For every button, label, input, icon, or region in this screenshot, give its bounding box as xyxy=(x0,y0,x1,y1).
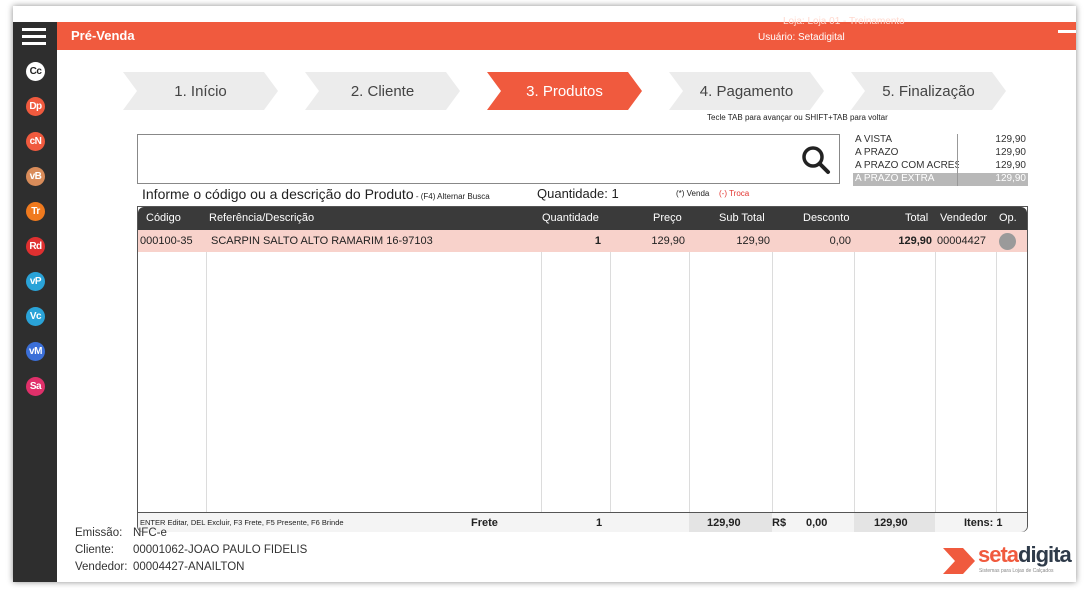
price-value: 129,90 xyxy=(995,147,1026,158)
price-value: 129,90 xyxy=(995,134,1026,145)
sidebar: Cc Dp cN vB Tr Rd vP Vc vM Sa xyxy=(13,22,57,582)
troca-legend: (-) Troca xyxy=(719,189,750,198)
step-inicio[interactable]: 1. Início xyxy=(123,72,278,110)
sidebar-button-rd[interactable]: Rd xyxy=(26,237,45,256)
product-search-input[interactable] xyxy=(137,134,840,184)
footer-desconto: 0,00 xyxy=(806,517,828,529)
shortcuts-hint: ENTER Editar, DEL Excluir, F3 Frete, F5 … xyxy=(140,518,344,527)
logo-text-a: seta xyxy=(978,542,1019,567)
col-op[interactable]: Op. xyxy=(999,212,1017,224)
col-total[interactable]: Total xyxy=(905,212,928,224)
footer-subtotal: 129,90 xyxy=(707,517,741,529)
emissao-label: Emissão: xyxy=(75,527,123,539)
step-produtos[interactable]: 3. Produtos xyxy=(487,72,642,110)
step-cliente[interactable]: 2. Cliente xyxy=(305,72,460,110)
cell-total: 129,90 xyxy=(898,235,932,247)
cell-codigo: 000100-35 xyxy=(140,235,193,247)
vendedor-value: 00004427-ANAILTON xyxy=(133,561,245,573)
footer-total: 129,90 xyxy=(874,517,908,529)
store-label: Loja: Loja 01 - Treinamento xyxy=(783,16,905,27)
sidebar-button-tr[interactable]: Tr xyxy=(26,202,45,221)
sidebar-button-sa[interactable]: Sa xyxy=(26,377,45,396)
price-row-a-prazo-acrescimo[interactable]: A PRAZO COM ACRÉSCIMO 129,90 xyxy=(853,160,1028,173)
price-row-a-prazo-extra[interactable]: A PRAZO EXTRA 129,90 xyxy=(853,173,1028,186)
cell-descricao: SCARPIN SALTO ALTO RAMARIM 16-97103 xyxy=(211,235,433,247)
price-label: A PRAZO EXTRA xyxy=(855,173,935,184)
footer-itens: Itens: 1 xyxy=(964,517,1003,529)
quantity-label: Quantidade: 1 xyxy=(537,186,619,201)
footer-quantidade: 1 xyxy=(596,517,603,529)
frete-label: Frete xyxy=(471,517,498,529)
price-label: A PRAZO COM ACRÉSCIMO xyxy=(855,160,959,171)
price-value: 129,90 xyxy=(995,173,1026,184)
sidebar-button-dp[interactable]: Dp xyxy=(26,97,45,116)
col-desconto[interactable]: Desconto xyxy=(803,212,849,224)
cliente-value: 00001062-JOAO PAULO FIDELIS xyxy=(133,544,308,556)
vendedor-label: Vendedor: xyxy=(75,561,128,573)
sidebar-button-vb[interactable]: vB xyxy=(26,167,45,186)
search-prompt-hint: - (F4) Alternar Busca xyxy=(413,192,490,201)
top-bar: Pré-Venda Loja: Loja 01 - Treinamento Us… xyxy=(13,16,1076,50)
sidebar-button-cn[interactable]: cN xyxy=(26,132,45,151)
col-vendedor[interactable]: Vendedor xyxy=(940,212,987,224)
search-prompt: Informe o código ou a descrição do Produ… xyxy=(142,186,490,202)
table-footer: ENTER Editar, DEL Excluir, F3 Frete, F5 … xyxy=(138,512,1027,532)
col-codigo[interactable]: Código xyxy=(146,212,181,224)
cell-preco: 129,90 xyxy=(651,235,685,247)
cell-quantidade: 1 xyxy=(594,235,601,247)
footer-currency: R$ xyxy=(772,517,787,529)
page-title: Pré-Venda xyxy=(71,28,135,43)
window-menu-icon[interactable] xyxy=(1058,30,1076,33)
search-icon[interactable] xyxy=(801,145,831,175)
step-hint: Tecle TAB para avançar ou SHIFT+TAB para… xyxy=(707,113,888,122)
products-table: Código Referência/Descrição Quantidade P… xyxy=(137,206,1028,532)
cliente-label: Cliente: xyxy=(75,544,114,556)
table-row[interactable]: 000100-35 SCARPIN SALTO ALTO RAMARIM 16-… xyxy=(138,230,1027,252)
search-prompt-text: Informe o código ou a descrição do Produ… xyxy=(142,186,414,202)
step-pagamento[interactable]: 4. Pagamento xyxy=(669,72,824,110)
venda-legend: (*) Venda xyxy=(676,189,710,198)
logo-text-b: digita xyxy=(1018,542,1072,567)
setadigital-logo: setadigita xyxy=(978,542,1072,568)
table-header: Código Referência/Descrição Quantidade P… xyxy=(138,207,1027,230)
sidebar-button-cc[interactable]: Cc xyxy=(26,62,45,81)
step-finalizacao[interactable]: 5. Finalização xyxy=(851,72,1006,110)
price-value: 129,90 xyxy=(995,160,1026,171)
price-label: A PRAZO xyxy=(855,147,899,158)
price-row-a-vista[interactable]: A VISTA 129,90 xyxy=(853,134,1028,147)
price-table-panel: A VISTA 129,90 A PRAZO 129,90 A PRAZO COM … xyxy=(853,134,1028,186)
sidebar-button-vp[interactable]: vP xyxy=(26,272,45,291)
col-subtotal[interactable]: Sub Total xyxy=(719,212,765,224)
app-window: Pré-Venda Loja: Loja 01 - Treinamento Us… xyxy=(13,6,1076,582)
emissao-value: NFC-e xyxy=(133,527,167,539)
hamburger-menu-icon[interactable] xyxy=(22,28,46,46)
col-descricao[interactable]: Referência/Descrição xyxy=(209,212,314,224)
sidebar-button-vc[interactable]: Vc xyxy=(26,307,45,326)
setadigital-logo-icon xyxy=(943,548,975,574)
row-options-button[interactable] xyxy=(999,233,1016,250)
price-label: A VISTA xyxy=(855,134,893,145)
sidebar-button-vm[interactable]: vM xyxy=(26,342,45,361)
cell-subtotal: 129,90 xyxy=(736,235,770,247)
user-label: Usuário: Setadigital xyxy=(758,32,845,43)
cell-vendedor: 00004427 xyxy=(937,235,986,247)
col-preco[interactable]: Preço xyxy=(653,212,682,224)
price-row-a-prazo[interactable]: A PRAZO 129,90 xyxy=(853,147,1028,160)
col-quantidade[interactable]: Quantidade xyxy=(542,212,599,224)
logo-subtitle: Sistemas para Lojas de Calçados xyxy=(979,568,1054,574)
cell-desconto: 0,00 xyxy=(829,235,851,247)
